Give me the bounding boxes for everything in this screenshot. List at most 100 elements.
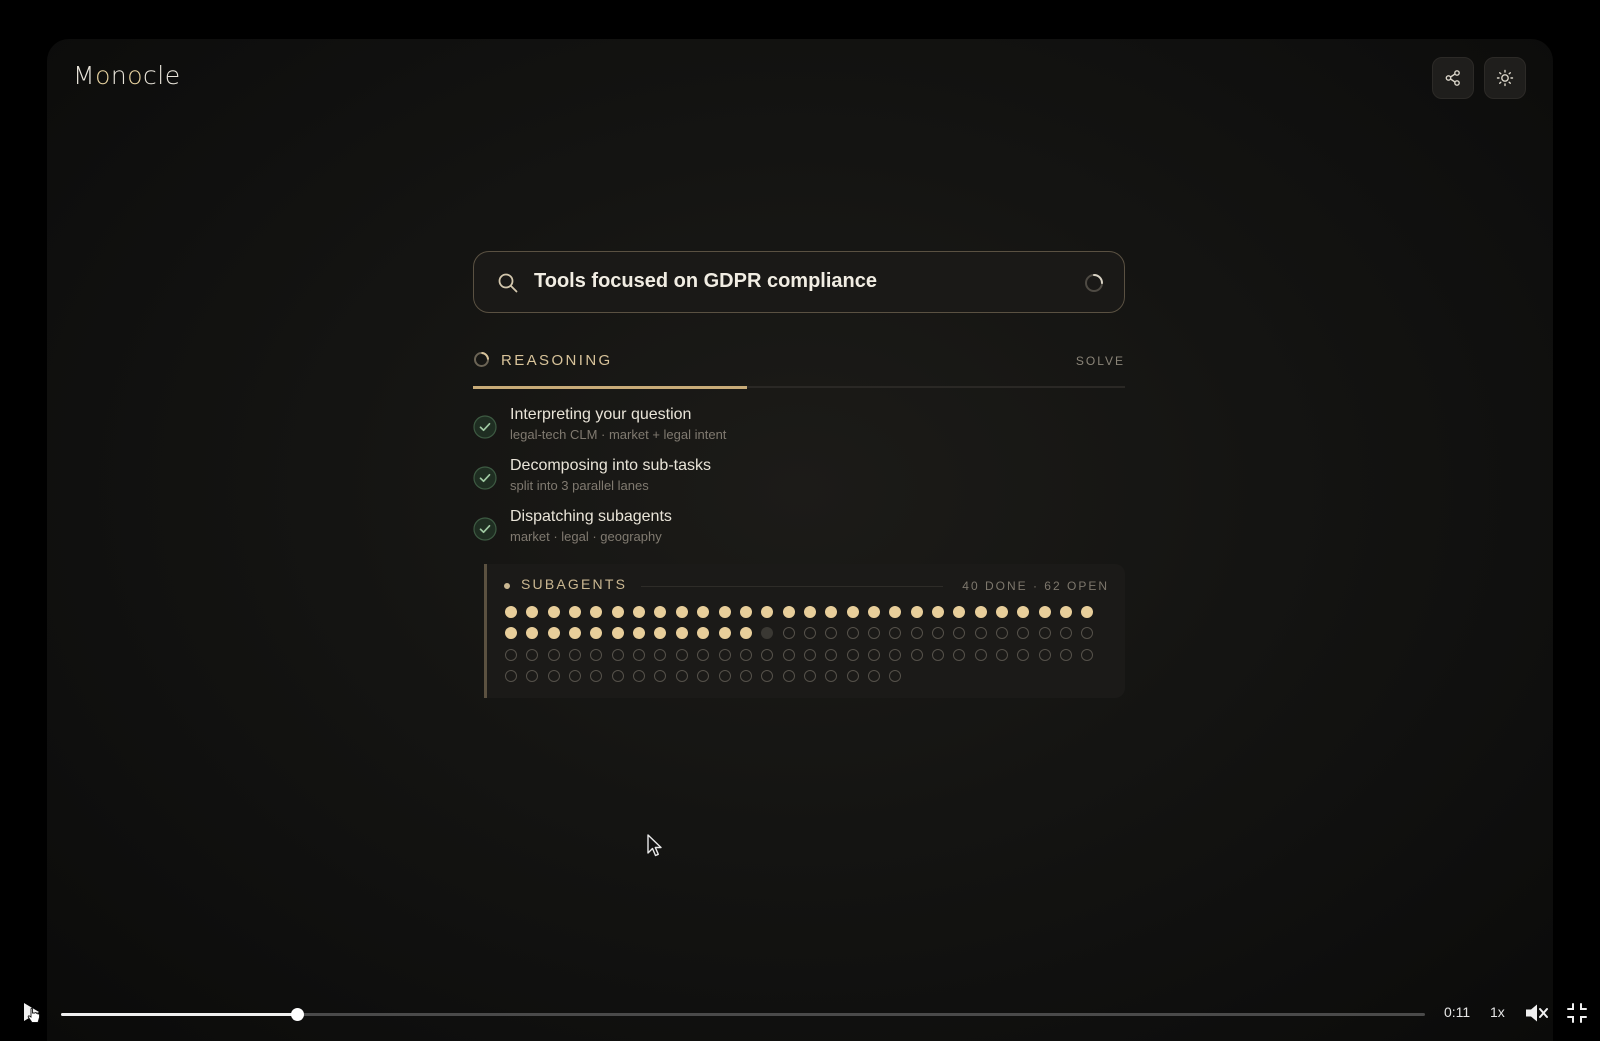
search-query[interactable]: Tools focused on GDPR compliance — [534, 270, 877, 293]
subagent-dot-open — [1017, 648, 1030, 661]
step-item: Dispatching subagents market · legal · g… — [473, 506, 1073, 550]
subagent-dot-done — [867, 606, 880, 618]
reasoning-label: REASONING — [501, 352, 613, 369]
muted-speaker-icon[interactable] — [1523, 1000, 1549, 1026]
subagent-dot-open — [782, 669, 795, 682]
playback-speed-button[interactable]: 1x — [1490, 1004, 1505, 1020]
subagents-label: SUBAGENTS — [521, 576, 628, 592]
subagent-dot-open — [569, 669, 582, 682]
subagent-dot-open — [825, 669, 838, 682]
seek-thumb[interactable] — [290, 1008, 304, 1021]
subagent-dot-open — [675, 648, 688, 661]
subagent-dot-open — [846, 627, 859, 640]
step-detail: legal-tech CLM · market + legal intent — [510, 427, 727, 442]
subagent-dot-done — [654, 627, 667, 640]
subagent-dot-open — [825, 627, 838, 640]
subagent-dot-open — [697, 648, 710, 661]
subagent-dot-open — [889, 648, 902, 661]
subagent-dot-open — [505, 648, 517, 661]
subagent-dot-done — [910, 606, 923, 618]
search-bar[interactable]: Tools focused on GDPR compliance — [473, 251, 1125, 313]
reasoning-stage-header: REASONING SOLVE — [473, 346, 1125, 389]
subagent-dot-open — [867, 648, 880, 661]
subagent-dot-done — [846, 606, 859, 618]
subagent-dot-done — [569, 627, 582, 640]
subagent-dot-open — [718, 648, 731, 661]
subagent-dot-open — [1038, 627, 1051, 640]
check-circle-icon — [473, 415, 497, 439]
subagent-dot-done — [782, 606, 795, 618]
subagent-dot-open — [782, 627, 795, 640]
subagent-dot-done — [739, 627, 752, 640]
video-viewport: Monocle Tools focused on GDPR compliance… — [0, 0, 1600, 1041]
subagents-panel: SUBAGENTS 40 DONE · 62 OPEN — [484, 564, 1125, 698]
subagent-dot-done — [825, 606, 838, 618]
subagent-dot-done — [611, 606, 624, 618]
subagent-dot-open — [1017, 627, 1030, 640]
subagent-dot-done — [932, 606, 944, 618]
subagent-dot-done — [654, 606, 667, 618]
subagents-divider — [641, 586, 943, 587]
subagent-dot-open — [996, 648, 1009, 661]
subagent-dot-done — [1038, 606, 1051, 618]
step-detail: split into 3 parallel lanes — [510, 478, 649, 493]
subagent-dot-open — [932, 627, 944, 640]
subagent-dot-open — [526, 669, 539, 682]
sun-icon — [1496, 69, 1514, 87]
subagent-dot-done — [718, 627, 731, 640]
app-logo[interactable]: Monocle — [73, 61, 181, 90]
subagent-dot-done — [697, 606, 710, 618]
subagent-dot-open — [675, 669, 688, 682]
subagent-dot-open — [867, 669, 880, 682]
subagent-dot-open — [739, 648, 752, 661]
subagent-dot-open — [590, 669, 603, 682]
subagent-dot-open — [889, 669, 902, 682]
theme-toggle-button[interactable] — [1484, 57, 1526, 99]
subagent-dot-open — [910, 648, 923, 661]
subagent-dot-done — [739, 606, 752, 618]
search-icon — [498, 273, 518, 293]
subagent-dot-done — [611, 627, 624, 640]
subagent-dot-done — [996, 606, 1009, 618]
subagent-dot-open — [633, 648, 646, 661]
subagent-dot-done — [697, 627, 710, 640]
subagent-dot-open — [1060, 648, 1073, 661]
share-button[interactable] — [1432, 57, 1474, 99]
subagents-count: 40 DONE · 62 OPEN — [962, 579, 1109, 593]
subagent-dot-open — [654, 648, 667, 661]
app-window: Monocle Tools focused on GDPR compliance… — [47, 39, 1553, 1041]
subagent-dot-open — [654, 669, 667, 682]
subagent-dot-done — [1081, 606, 1094, 618]
seek-bar[interactable] — [61, 1008, 1425, 1021]
subagent-dot-open — [825, 648, 838, 661]
subagent-dot-open — [611, 648, 624, 661]
subagent-dot-running — [761, 627, 774, 640]
subagent-dot-open — [633, 669, 646, 682]
subagent-dot-open — [803, 669, 816, 682]
subagent-dot-done — [1060, 606, 1073, 618]
subagent-dot-done — [526, 606, 539, 618]
logo-text: Monocle — [73, 61, 181, 90]
step-title: Decomposing into sub-tasks — [510, 457, 711, 474]
exit-fullscreen-icon[interactable] — [1565, 1001, 1589, 1025]
subagent-dot-done — [718, 606, 731, 618]
playback-time: 0:11 — [1444, 1004, 1471, 1020]
subagent-dot-open — [974, 648, 987, 661]
check-circle-icon — [473, 466, 497, 490]
subagents-bullet — [504, 583, 510, 589]
subagent-dot-done — [590, 606, 603, 618]
subagent-dot-open — [526, 648, 539, 661]
subagent-dot-done — [953, 606, 966, 618]
subagent-dot-done — [569, 606, 582, 618]
subagent-dot-done — [803, 606, 816, 618]
subagent-dot-done — [974, 606, 987, 618]
subagent-dot-open — [1081, 648, 1094, 661]
subagent-dot-open — [739, 669, 752, 682]
video-controls: 0:11 1x — [0, 985, 1600, 1041]
subagent-dot-open — [803, 648, 816, 661]
subagent-dot-done — [547, 606, 560, 618]
in-progress-ring-icon — [474, 352, 489, 367]
subagent-dot-done — [675, 627, 688, 640]
subagent-dot-open — [1038, 648, 1051, 661]
hand-cursor-icon — [27, 1007, 40, 1023]
